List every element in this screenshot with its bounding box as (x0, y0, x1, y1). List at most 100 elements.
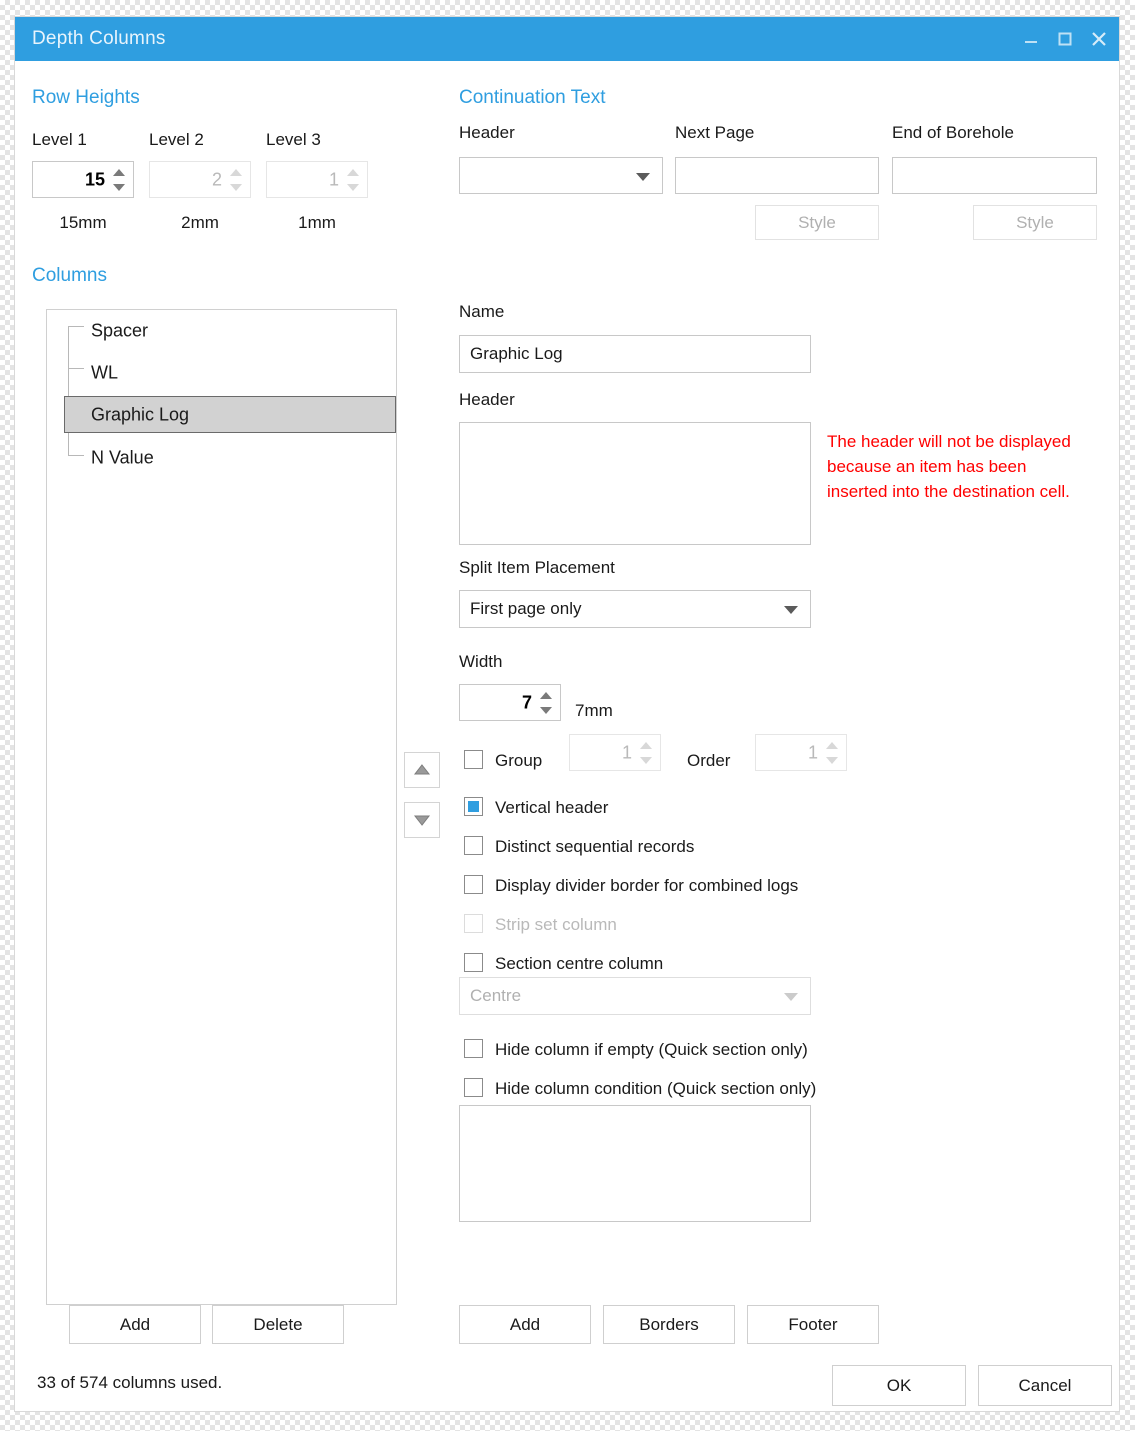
columns-list[interactable]: Spacer WL Graphic Log N Value (46, 309, 397, 1305)
level-1-label: Level 1 (32, 130, 87, 149)
width-value: 7 (521, 692, 532, 712)
chevron-down-icon (784, 993, 798, 1001)
maximize-icon (1058, 32, 1072, 46)
chevron-up-icon (826, 741, 838, 749)
order-spinner-arrows (825, 739, 839, 767)
depth-columns-dialog: Depth Columns Row Heights Level 1 Level … (14, 16, 1120, 1412)
window-title: Depth Columns (32, 28, 166, 49)
centre-alignment-dropdown: Centre (459, 977, 811, 1015)
header-warning-text: The header will not be displayed because… (827, 432, 1071, 502)
width-spinner-arrows[interactable] (539, 689, 553, 717)
group-label: Group (495, 751, 543, 770)
columns-add-button[interactable]: Add (69, 1305, 201, 1344)
level-3-value: 1 (328, 169, 339, 189)
chevron-down-icon[interactable] (784, 606, 798, 614)
chevron-down-icon[interactable] (113, 183, 125, 191)
chevron-down-icon (640, 756, 652, 764)
order-value: 1 (807, 742, 818, 762)
chevron-up-icon (640, 741, 652, 749)
columns-heading: Columns (32, 265, 107, 286)
column-item-label: Graphic Log (91, 404, 190, 424)
centre-alignment-value: Centre (470, 986, 522, 1005)
level-2-spinner-arrows (229, 166, 243, 194)
name-value: Graphic Log (470, 344, 563, 363)
arrow-up-icon (413, 764, 431, 775)
width-spinner[interactable]: 7 (459, 684, 561, 721)
next-page-label: Next Page (675, 123, 755, 142)
name-input[interactable]: Graphic Log (459, 335, 811, 373)
split-item-placement-value: First page only (470, 599, 582, 618)
level-1-unit: 15mm (59, 213, 107, 232)
close-button[interactable] (1081, 17, 1117, 61)
hide-column-if-empty-label: Hide column if empty (Quick section only… (495, 1040, 808, 1059)
details-borders-button[interactable]: Borders (603, 1305, 735, 1344)
section-centre-column-checkbox[interactable] (464, 953, 483, 972)
level-1-spinner[interactable]: 15 (32, 161, 134, 198)
column-item-label: Spacer (91, 320, 149, 340)
vertical-header-checkbox[interactable] (464, 797, 483, 816)
level-3-unit: 1mm (298, 213, 336, 232)
group-spinner-arrows (639, 739, 653, 767)
split-item-placement-label: Split Item Placement (459, 558, 615, 577)
list-item-selected[interactable]: Graphic Log (64, 396, 396, 433)
level-2-unit: 2mm (181, 213, 219, 232)
end-of-borehole-style-button[interactable]: Style (973, 205, 1097, 240)
minimize-button[interactable] (1013, 17, 1049, 61)
arrow-down-icon (413, 815, 431, 826)
cancel-button[interactable]: Cancel (978, 1365, 1112, 1406)
details-footer-button[interactable]: Footer (747, 1305, 879, 1344)
next-page-style-button[interactable]: Style (755, 205, 879, 240)
level-3-label: Level 3 (266, 130, 321, 149)
group-value: 1 (621, 742, 632, 762)
title-bar: Depth Columns (15, 17, 1119, 61)
hide-column-if-empty-checkbox[interactable] (464, 1039, 483, 1058)
level-2-label: Level 2 (149, 130, 204, 149)
details-add-button[interactable]: Add (459, 1305, 591, 1344)
chevron-down-icon[interactable] (540, 706, 552, 714)
header-textarea[interactable] (459, 422, 811, 545)
move-up-button[interactable] (404, 752, 440, 788)
chevron-up-icon[interactable] (113, 168, 125, 176)
chevron-up-icon (347, 168, 359, 176)
continuation-header-label: Header (459, 123, 515, 142)
list-item[interactable]: Spacer (47, 314, 396, 347)
hide-column-condition-checkbox[interactable] (464, 1078, 483, 1097)
next-page-input[interactable] (675, 157, 879, 194)
continuation-header-dropdown[interactable] (459, 157, 663, 194)
column-item-label: WL (91, 362, 118, 382)
list-item[interactable]: N Value (47, 441, 396, 474)
row-heights-heading: Row Heights (32, 87, 140, 108)
hide-column-condition-textarea[interactable] (459, 1105, 811, 1222)
strip-set-column-label: Strip set column (495, 915, 617, 934)
move-down-button[interactable] (404, 802, 440, 838)
chevron-down-icon[interactable] (636, 172, 650, 181)
ok-button[interactable]: OK (832, 1365, 966, 1406)
minimize-icon (1025, 41, 1037, 43)
level-1-spinner-arrows[interactable] (112, 166, 126, 194)
header-label: Header (459, 390, 515, 409)
level-2-value: 2 (211, 169, 222, 189)
group-spinner: 1 (569, 734, 661, 771)
chevron-down-icon (230, 183, 242, 191)
close-icon (1092, 32, 1106, 46)
width-unit: 7mm (575, 701, 613, 720)
list-item[interactable]: WL (47, 356, 396, 389)
chevron-down-icon (347, 183, 359, 191)
maximize-button[interactable] (1047, 17, 1083, 61)
distinct-sequential-records-checkbox[interactable] (464, 836, 483, 855)
chevron-up-icon[interactable] (540, 691, 552, 699)
status-text: 33 of 574 columns used. (37, 1373, 223, 1392)
split-item-placement-dropdown[interactable]: First page only (459, 590, 811, 628)
level-2-spinner: 2 (149, 161, 251, 198)
order-label: Order (687, 751, 731, 770)
name-label: Name (459, 302, 505, 321)
vertical-header-label: Vertical header (495, 798, 609, 817)
display-divider-border-checkbox[interactable] (464, 875, 483, 894)
column-item-label: N Value (91, 447, 154, 467)
group-checkbox[interactable] (464, 750, 483, 769)
strip-set-column-checkbox (464, 914, 483, 933)
end-of-borehole-label: End of Borehole (892, 123, 1014, 142)
hide-column-condition-label: Hide column condition (Quick section onl… (495, 1079, 817, 1098)
end-of-borehole-input[interactable] (892, 157, 1097, 194)
columns-delete-button[interactable]: Delete (212, 1305, 344, 1344)
